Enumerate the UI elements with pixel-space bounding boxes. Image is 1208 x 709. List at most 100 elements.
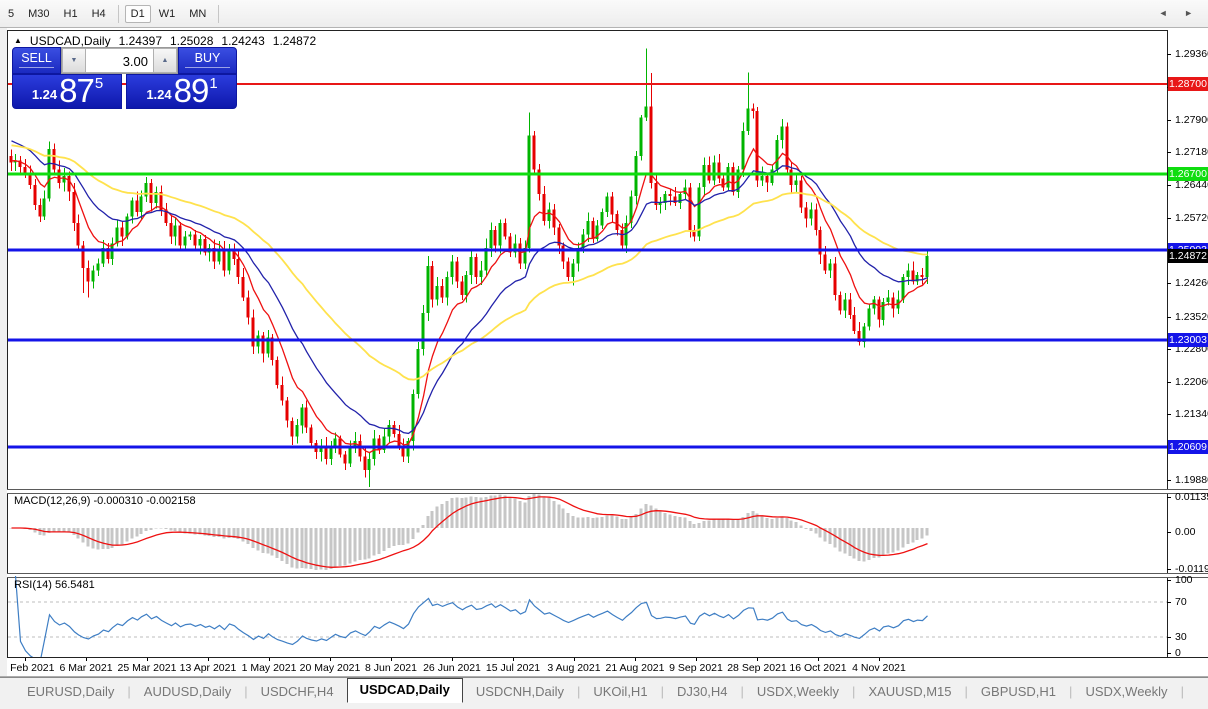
sell-price-prefix: 1.24: [31, 87, 58, 102]
price-tick-label: 1.22060: [1175, 376, 1208, 388]
tab-dj30-h4[interactable]: DJ30,H4: [664, 680, 741, 703]
price-tick-mark: [1167, 120, 1171, 121]
date-tick-label: 26 Jun 2021: [423, 662, 481, 674]
date-tick-label: 28 Sep 2021: [727, 662, 787, 674]
spin-down-icon: ▼: [70, 57, 78, 64]
price-axis: 1.293601.286401.279001.271801.264401.257…: [1167, 31, 1208, 659]
indicator-tick-mark: [1167, 497, 1171, 498]
date-tick-mark: [513, 658, 514, 661]
date-tick-label: 25 Mar 2021: [117, 662, 177, 674]
indicator-tick-label: 30: [1175, 631, 1187, 643]
tab-eurusd-daily[interactable]: EURUSD,Daily: [14, 680, 127, 703]
one-click-trading-panel: SELL ▼ 3.00 ▲ BUY 1.24 87 5 1.24 89 1: [12, 47, 237, 109]
indicator-tick-mark: [1167, 569, 1171, 570]
sell-button-label: SELL: [19, 51, 54, 68]
timeframe-toolbar: 5 M30 H1 H4 D1 W1 MN: [0, 0, 1208, 28]
tab-audusd-daily[interactable]: AUDUSD,Daily: [131, 680, 244, 703]
chart-title: ▲ USDCAD,Daily 1.24397 1.25028 1.24243 1…: [14, 34, 316, 48]
volume-decrease-button[interactable]: ▼: [62, 48, 86, 73]
price-tick-mark: [1167, 349, 1171, 350]
volume-input[interactable]: 3.00: [86, 48, 153, 73]
price-tick-mark: [1167, 152, 1171, 153]
price-tick-mark: [1167, 185, 1171, 186]
buy-price-pip: 1: [209, 75, 218, 92]
date-tick-label: 21 Aug 2021: [605, 662, 665, 674]
price-tick-mark: [1167, 480, 1171, 481]
indicator-tick-label: 0.00: [1175, 526, 1196, 538]
buy-price-big: 89: [173, 72, 210, 109]
rsi-indicator-pane[interactable]: [8, 576, 1167, 657]
tab-xauusd-m15[interactable]: XAUUSD,M15: [855, 680, 964, 703]
date-tick-label: 8 Jun 2021: [365, 662, 417, 674]
timeframe-button-h4[interactable]: H4: [86, 5, 112, 23]
timeframe-button-m30[interactable]: M30: [22, 5, 55, 23]
date-tick-mark: [635, 658, 636, 661]
date-tick-mark: [452, 658, 453, 661]
date-tick-label: 16 Oct 2021: [789, 662, 847, 674]
trading-app-window: 5 M30 H1 H4 D1 W1 MN ▲ USDCAD,Daily 1.24397 1.…: [0, 0, 1208, 709]
date-tick-label: 9 Sep 2021: [669, 662, 723, 674]
buy-price-panel[interactable]: 1.24 89 1: [126, 74, 237, 109]
date-tick-mark: [86, 658, 87, 661]
timeframe-button-h1[interactable]: H1: [58, 5, 84, 23]
date-tick-label: 3 Aug 2021: [547, 662, 601, 674]
tab-gbpusd-h1[interactable]: GBPUSD,H1: [968, 680, 1069, 703]
tab-usdcnh-daily[interactable]: USDCNH,Daily: [463, 680, 577, 703]
date-tick-mark: [269, 658, 270, 661]
indicator-tick-mark: [1167, 580, 1171, 581]
price-tick-mark: [1167, 317, 1171, 318]
buy-price-prefix: 1.24: [146, 87, 172, 102]
date-tick-mark: [208, 658, 209, 661]
price-tick-label: 1.27180: [1175, 146, 1208, 158]
ohlc-open: 1.24397: [118, 34, 162, 48]
price-tick-label: 1.24260: [1175, 277, 1208, 289]
volume-increase-button[interactable]: ▲: [153, 48, 177, 73]
date-tick-mark: [818, 658, 819, 661]
date-tick-label: 16 Feb 2021: [8, 662, 55, 674]
indicator-tick-label: 100: [1175, 574, 1193, 586]
timeframe-button-d1[interactable]: D1: [124, 4, 151, 23]
price-tick-label: 1.27900: [1175, 114, 1208, 126]
indicator-tick-label: 0: [1175, 647, 1181, 659]
date-tick-label: 1 May 2021: [241, 662, 297, 674]
timeframe-button-w1[interactable]: W1: [153, 5, 182, 23]
tab-usdcad-daily[interactable]: USDCAD,Daily: [346, 677, 463, 703]
date-tick-mark: [574, 658, 575, 661]
tab-scroll-arrows[interactable]: ◄ ►: [1159, 8, 1200, 18]
date-tick-mark: [696, 658, 697, 661]
timeframe-button-5[interactable]: 5: [2, 5, 20, 23]
sell-price-big: 87: [59, 72, 95, 109]
date-tick-mark: [147, 658, 148, 661]
buy-button-label: BUY: [185, 51, 230, 68]
price-tick-label: 1.23520: [1175, 311, 1208, 323]
price-level-badge: 1.23003: [1168, 333, 1208, 347]
price-tick-label: 1.29360: [1175, 48, 1208, 60]
buy-button[interactable]: BUY: [178, 47, 237, 74]
ohlc-close: 1.24872: [272, 34, 317, 48]
date-tick-mark: [391, 658, 392, 661]
date-tick-mark: [330, 658, 331, 661]
tab-usdx-weekly[interactable]: USDX,Weekly: [744, 680, 852, 703]
sell-button[interactable]: SELL: [12, 47, 61, 74]
date-tick-label: 20 May 2021: [299, 662, 361, 674]
indicator-tick-label: 0.01135: [1175, 491, 1208, 503]
sell-price-pip: 5: [94, 75, 104, 92]
chart-symbol-period: USDCAD,Daily: [29, 34, 111, 48]
tab-ukoil-h1[interactable]: UKOil,H1: [580, 680, 660, 703]
tab-usdchf-h4[interactable]: USDCHF,H4: [248, 680, 347, 703]
chart-tab-bar: EURUSD,Daily | AUDUSD,Daily | USDCHF,H4 USDCA…: [0, 677, 1208, 704]
price-level-badge: 1.28700: [1168, 77, 1208, 91]
status-strip: [0, 704, 1208, 709]
indicator-tick-mark: [1167, 653, 1171, 654]
date-tick-mark: [25, 658, 26, 661]
sell-price-panel[interactable]: 1.24 87 5: [12, 74, 122, 109]
tab-separator: |: [1180, 683, 1184, 699]
price-tick-label: 1.19880: [1175, 474, 1208, 486]
price-tick-mark: [1167, 54, 1171, 55]
indicator-tick-mark: [1167, 637, 1171, 638]
tab-usdx-weekly[interactable]: USDX,Weekly: [1072, 680, 1180, 703]
indicator-tick-label: 70: [1175, 596, 1187, 608]
timeframe-button-mn[interactable]: MN: [183, 5, 212, 23]
indicator-tick-mark: [1167, 532, 1171, 533]
price-tick-label: 1.21340: [1175, 408, 1208, 420]
